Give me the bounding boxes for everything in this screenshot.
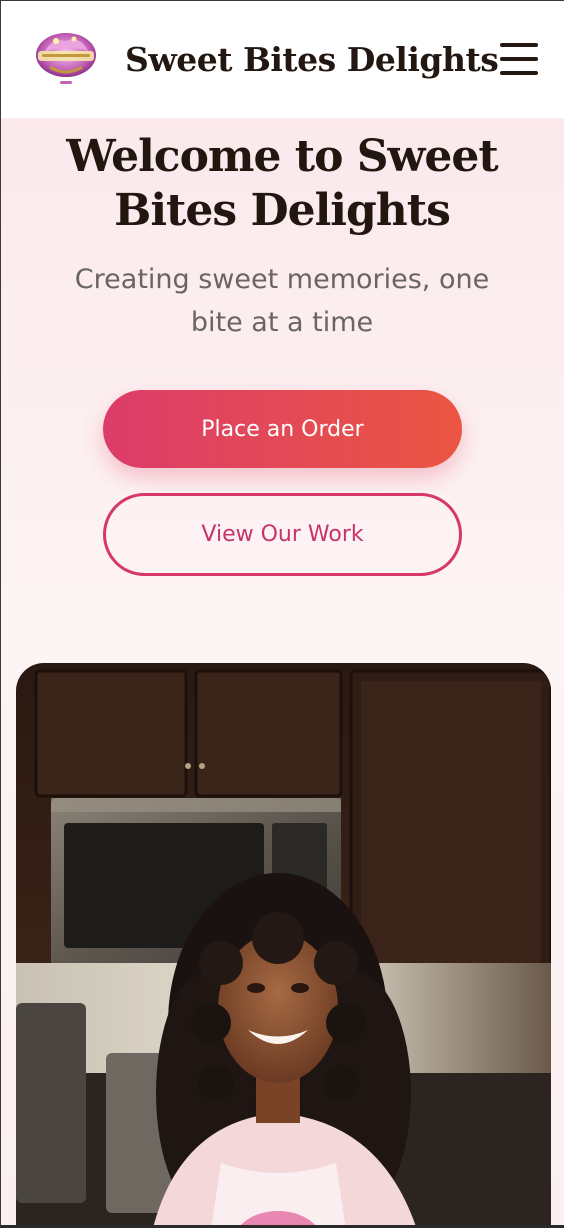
- hero-section: Welcome to Sweet Bites Delights Creating…: [0, 118, 564, 1228]
- baker-portrait-photo: [16, 663, 551, 1228]
- site-header: Sweet Bites Delights: [0, 0, 564, 118]
- hero-title: Welcome to Sweet Bites Delights: [66, 131, 499, 236]
- hamburger-menu-icon[interactable]: [500, 43, 538, 75]
- hero-subtitle: Creating sweet memories, one bite at a t…: [74, 264, 490, 338]
- view-our-work-button[interactable]: View Our Work: [103, 493, 462, 576]
- place-order-button[interactable]: Place an Order: [103, 390, 462, 468]
- sweet-bites-logo-icon[interactable]: [30, 23, 102, 95]
- brand-name[interactable]: Sweet Bites Delights: [125, 40, 499, 79]
